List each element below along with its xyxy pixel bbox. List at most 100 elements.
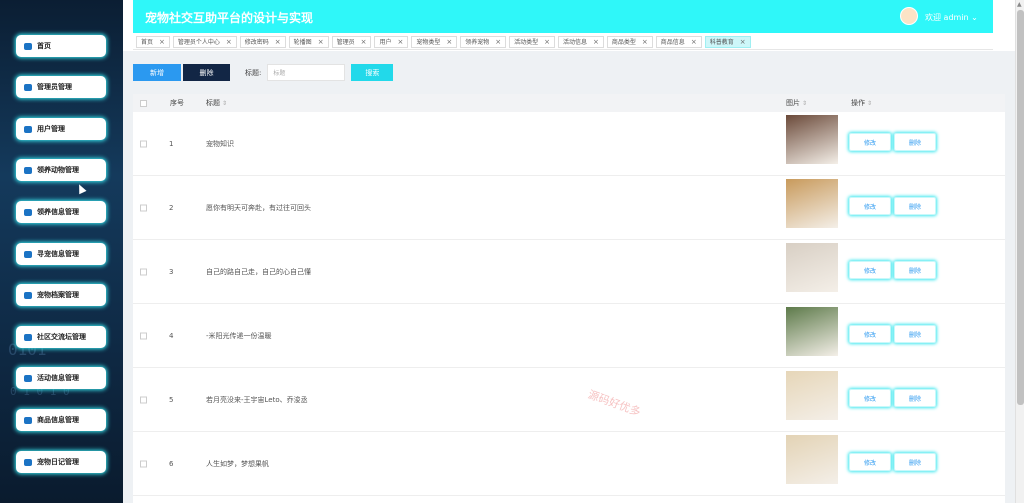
- row-delete-button[interactable]: 删除: [894, 453, 936, 471]
- search-button[interactable]: 搜索: [351, 64, 394, 81]
- chevron-down-icon: ⌄: [971, 13, 978, 22]
- tab-item[interactable]: 首页 ×: [136, 35, 170, 48]
- close-icon[interactable]: ×: [495, 38, 501, 46]
- close-icon[interactable]: ×: [159, 38, 165, 46]
- row-delete-button[interactable]: 删除: [894, 325, 936, 343]
- row-delete-button[interactable]: 删除: [894, 389, 936, 407]
- tab-label: 活动信息: [563, 39, 588, 46]
- scroll-up-icon[interactable]: ▲: [1017, 1, 1022, 8]
- home-icon: [24, 42, 32, 50]
- sidebar-item-label: 寻宠信息管理: [37, 250, 79, 258]
- sidebar-item-activity-info[interactable]: 活动信息管理: [16, 367, 106, 389]
- row-checkbox[interactable]: [140, 140, 147, 147]
- sidebar-item-admin-management[interactable]: 管理员管理: [16, 76, 106, 98]
- tab-item[interactable]: 管理员个人中心 ×: [172, 35, 237, 48]
- sidebar-item-lost-pet-info[interactable]: 寻宠信息管理: [16, 243, 106, 265]
- row-delete-button[interactable]: 删除: [894, 197, 936, 215]
- vertical-scrollbar[interactable]: ▲: [1015, 0, 1024, 503]
- add-button[interactable]: 新增: [133, 64, 181, 81]
- edit-button[interactable]: 修改: [849, 197, 891, 215]
- user-icon: [24, 125, 32, 133]
- row-title: 人生如梦，梦想果帆: [206, 459, 269, 468]
- tab-item[interactable]: 管理员 ×: [331, 35, 372, 48]
- tab-item[interactable]: 科普教育 ×: [704, 35, 751, 48]
- tab-item[interactable]: 商品信息 ×: [655, 35, 702, 48]
- select-all-checkbox[interactable]: [140, 99, 147, 107]
- tab-item[interactable]: 活动类型 ×: [509, 35, 556, 48]
- tab-label: 商品信息: [660, 39, 685, 46]
- tab-item[interactable]: 修改密码 ×: [239, 35, 286, 48]
- close-icon[interactable]: ×: [275, 38, 281, 46]
- sidebar-item-label: 宠物档案管理: [37, 291, 79, 299]
- row-image: [786, 179, 838, 228]
- sidebar-item-label: 领养动物管理: [37, 166, 79, 174]
- row-image: [786, 435, 838, 484]
- tab-item[interactable]: 宠物类型 ×: [411, 35, 458, 48]
- close-icon[interactable]: ×: [226, 38, 232, 46]
- sidebar-item-adoptable-animals[interactable]: 领养动物管理: [16, 159, 106, 181]
- user-menu[interactable]: 欢迎 admin ⌄: [925, 12, 978, 23]
- table-body: 1 宠物知识 修改 删除 2 愿你有明天可奔赴，有过往可回头 修改 删除 3 自己的路自己走，自己…: [133, 112, 1005, 496]
- tab-item[interactable]: 轮播图 ×: [288, 35, 329, 48]
- row-checkbox[interactable]: [140, 204, 147, 211]
- close-icon[interactable]: ×: [361, 38, 367, 46]
- tab-label: 科普教育: [709, 39, 734, 46]
- row-title: 愿你有明天可奔赴，有过往可回头: [206, 203, 311, 212]
- tab-item[interactable]: 用户 ×: [374, 35, 409, 48]
- avatar[interactable]: [900, 7, 918, 25]
- row-delete-button[interactable]: 删除: [894, 261, 936, 279]
- edit-button[interactable]: 修改: [849, 453, 891, 471]
- delete-button[interactable]: 删除: [183, 64, 230, 81]
- close-icon[interactable]: ×: [642, 38, 648, 46]
- edit-button[interactable]: 修改: [849, 389, 891, 407]
- info-icon: [24, 208, 32, 216]
- header-title[interactable]: 标题 ⇕: [206, 98, 227, 108]
- close-icon[interactable]: ×: [446, 38, 452, 46]
- close-icon[interactable]: ×: [593, 38, 599, 46]
- title-search-input[interactable]: 标题: [267, 64, 346, 81]
- close-icon[interactable]: ×: [740, 38, 746, 46]
- tab-label: 管理员个人中心: [177, 39, 220, 46]
- row-delete-button[interactable]: 删除: [894, 133, 936, 151]
- sidebar-item-adoption-info[interactable]: 领养信息管理: [16, 201, 106, 223]
- sidebar-item-home[interactable]: 首页: [16, 35, 106, 57]
- close-icon[interactable]: ×: [318, 38, 324, 46]
- edit-button[interactable]: 修改: [849, 325, 891, 343]
- mouse-cursor-icon: [75, 182, 87, 195]
- row-checkbox[interactable]: [140, 396, 147, 403]
- tab-label: 领养宠物: [465, 39, 490, 46]
- tab-item[interactable]: 商品类型 ×: [606, 35, 653, 48]
- toolbar: 新增 删除 标题: 标题 搜索: [133, 64, 394, 81]
- row-image: [786, 307, 838, 356]
- close-icon[interactable]: ×: [691, 38, 697, 46]
- header-actions[interactable]: 操作 ⇕: [851, 98, 872, 108]
- row-checkbox[interactable]: [140, 332, 147, 339]
- close-icon[interactable]: ×: [397, 38, 403, 46]
- row-checkbox[interactable]: [140, 268, 147, 275]
- row-image: [786, 243, 838, 292]
- welcome-text: 欢迎 admin: [925, 13, 969, 22]
- folder-icon: [24, 291, 32, 299]
- tab-item[interactable]: 活动信息 ×: [558, 35, 604, 48]
- sidebar-item-pet-records[interactable]: 宠物档案管理: [16, 284, 106, 306]
- sidebar-item-pet-diary[interactable]: 宠物日记管理: [16, 451, 106, 473]
- edit-button[interactable]: 修改: [849, 261, 891, 279]
- sidebar-item-user-management[interactable]: 用户管理: [16, 118, 106, 140]
- data-table: 序号 标题 ⇕ 图片 ⇕ 操作 ⇕ 1 宠物知识 修改 删除 2 愿你有明天可奔赴，有过往可回头…: [133, 94, 1005, 503]
- header-image[interactable]: 图片 ⇕: [786, 98, 807, 108]
- table-row: 5 若月亮没来-王宇宙Leto、乔浚丞 修改 删除: [133, 368, 1005, 432]
- sidebar-item-product-info[interactable]: 商品信息管理: [16, 409, 106, 431]
- edit-button[interactable]: 修改: [849, 133, 891, 151]
- tab-label: 宠物类型: [416, 39, 441, 46]
- sidebar-item-community-forum[interactable]: 社区交流坛管理: [16, 326, 106, 348]
- search-pet-icon: [24, 250, 32, 258]
- row-seq: 3: [169, 267, 174, 276]
- close-icon[interactable]: ×: [544, 38, 550, 46]
- tab-label: 修改密码: [244, 39, 269, 46]
- activity-icon: [24, 374, 32, 382]
- tab-item[interactable]: 领养宠物 ×: [460, 35, 507, 48]
- sidebar-item-label: 宠物日记管理: [37, 458, 79, 466]
- sidebar-item-label: 活动信息管理: [37, 374, 79, 382]
- scrollbar-thumb[interactable]: [1017, 10, 1024, 405]
- row-checkbox[interactable]: [140, 460, 147, 467]
